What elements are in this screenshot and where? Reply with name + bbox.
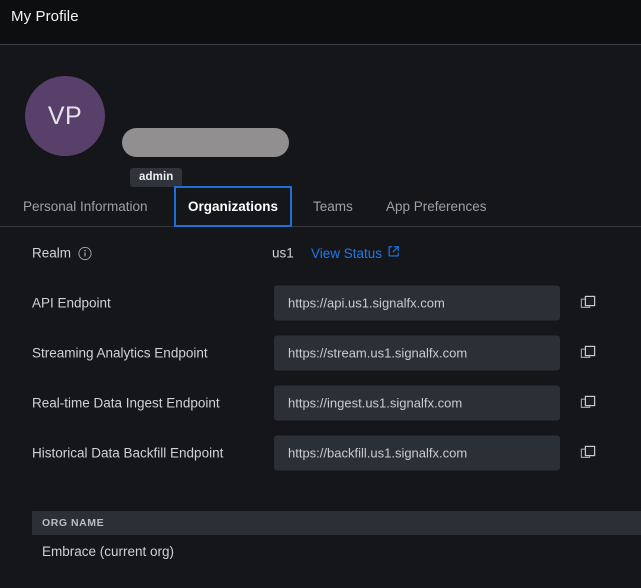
api-endpoint-input[interactable] [274,285,560,321]
api-endpoint-label: API Endpoint [32,295,111,311]
copy-icon-realtime-data-ingest-endpoint[interactable] [578,393,598,413]
org-table-header-row: ORG NAME [32,511,641,535]
page-header: My Profile [0,0,641,45]
tab-personal-information[interactable]: Personal Information [23,186,148,226]
row-historical-data-backfill-endpoint: Historical Data Backfill Endpoint [0,428,641,478]
row-streaming-analytics-endpoint: Streaming Analytics Endpoint [0,328,641,378]
copy-icon-streaming-analytics-endpoint[interactable] [578,343,598,363]
realm-value: us1 [272,245,294,261]
tab-teams[interactable]: Teams [313,186,353,226]
historical-data-backfill-endpoint-input[interactable] [274,435,560,471]
realm-label: Realm [32,245,72,261]
realm-label-group: Realm [32,246,92,261]
external-link-icon [387,245,400,261]
table-row[interactable]: Embrace (current org) [32,535,641,567]
copy-icon-historical-data-backfill-endpoint[interactable] [578,443,598,463]
profile-summary: VP admin [0,46,641,187]
org-table: ORG NAME Embrace (current org) [32,511,641,567]
status-badge: admin [130,168,183,187]
row-realtime-data-ingest-endpoint: Real-time Data Ingest Endpoint [0,378,641,428]
avatar: VP [25,76,105,156]
view-status-link[interactable]: View Status [311,245,400,261]
user-name-redacted [122,128,289,157]
streaming-analytics-endpoint-input[interactable] [274,335,560,371]
tab-organizations[interactable]: Organizations [173,186,293,227]
copy-icon-api-endpoint[interactable] [578,293,598,313]
info-icon[interactable] [78,246,92,260]
tab-app-preferences[interactable]: App Preferences [386,186,487,226]
realtime-data-ingest-endpoint-input[interactable] [274,385,560,421]
org-name-cell: Embrace (current org) [42,543,175,559]
historical-data-backfill-endpoint-label: Historical Data Backfill Endpoint [32,445,224,461]
active-tab-underline [187,225,286,227]
page-title: My Profile [11,8,79,25]
streaming-analytics-endpoint-label: Streaming Analytics Endpoint [32,345,208,361]
profile-tabs: Personal Information Organizations Teams… [0,186,641,227]
organization-details: Realm us1 View Status API Endpoint https… [0,228,641,478]
org-table-column-org-name: ORG NAME [42,517,105,529]
realtime-data-ingest-endpoint-label: Real-time Data Ingest Endpoint [32,395,220,411]
row-api-endpoint: API Endpoint [0,278,641,328]
view-status-label: View Status [311,245,383,261]
row-realm: Realm us1 View Status [0,228,641,278]
